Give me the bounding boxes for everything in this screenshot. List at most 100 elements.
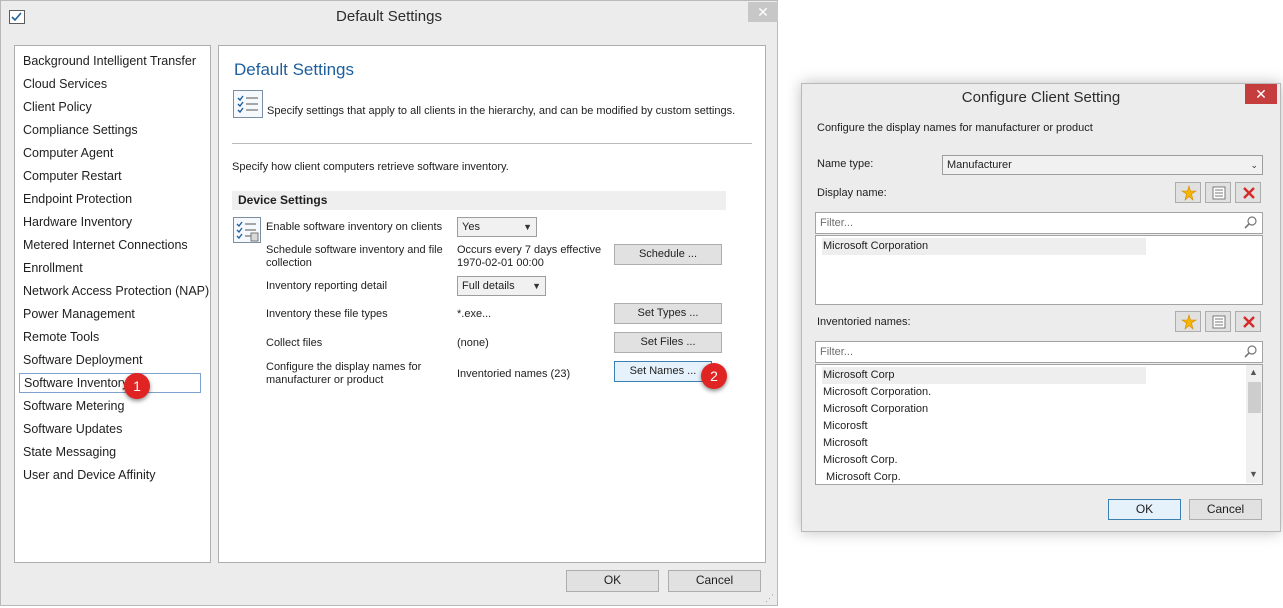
dropdown-arrow-icon: ▼ bbox=[523, 222, 532, 232]
ok-button[interactable]: OK bbox=[1108, 499, 1181, 520]
enable-inventory-value: Yes bbox=[462, 221, 480, 233]
divider bbox=[232, 143, 752, 144]
settings-checklist-icon bbox=[233, 90, 263, 118]
name-type-value: Manufacturer bbox=[947, 159, 1012, 171]
nav-item[interactable]: Client Policy bbox=[23, 97, 92, 117]
inventoried-names-list: Microsoft Corp Microsoft Corporation. Mi… bbox=[815, 364, 1263, 485]
nav-item[interactable]: State Messaging bbox=[23, 442, 116, 462]
list-item[interactable]: Microsoft Corp. bbox=[822, 452, 1146, 469]
set-names-button[interactable]: Set Names ... bbox=[614, 361, 712, 382]
collect-files-label: Collect files bbox=[266, 337, 323, 349]
name-type-label: Name type: bbox=[817, 158, 874, 170]
display-names-list: Microsoft Corporation bbox=[815, 235, 1263, 305]
list-item[interactable]: Microsoft bbox=[822, 435, 1146, 452]
close-button[interactable]: ✕ bbox=[1245, 84, 1277, 104]
delete-x-icon bbox=[1243, 316, 1255, 328]
magnifier-icon bbox=[1244, 345, 1257, 358]
display-name-label: Display name: bbox=[817, 187, 887, 199]
cancel-button[interactable]: Cancel bbox=[1189, 499, 1262, 520]
nav-item[interactable]: User and Device Affinity bbox=[23, 465, 155, 485]
nav-item[interactable]: Remote Tools bbox=[23, 327, 99, 347]
scroll-down-icon[interactable]: ▼ bbox=[1249, 469, 1258, 479]
step-badge-1: 1 bbox=[124, 373, 150, 399]
inventoried-name-properties-button[interactable] bbox=[1205, 311, 1231, 332]
list-item[interactable]: Micorosft bbox=[822, 418, 1146, 435]
reporting-detail-value: Full details bbox=[462, 280, 515, 292]
set-types-button[interactable]: Set Types ... bbox=[614, 303, 722, 324]
page-title: Default Settings bbox=[234, 60, 355, 79]
nav-item[interactable]: Power Management bbox=[23, 304, 135, 324]
new-display-name-button[interactable] bbox=[1175, 182, 1201, 203]
nav-item-software-inventory-selected[interactable]: Software Inventory bbox=[19, 373, 201, 393]
inventoried-names-label: Inventoried names: bbox=[817, 316, 911, 328]
list-item[interactable]: Microsoft Corporation bbox=[822, 401, 1146, 418]
window-title: Configure Client Setting bbox=[961, 89, 1121, 106]
enable-inventory-combo[interactable]: Yes ▼ bbox=[457, 217, 537, 237]
inventoried-name-filter-input[interactable]: Filter... bbox=[815, 341, 1263, 363]
list-item[interactable]: Microsoft Corp bbox=[822, 367, 1146, 384]
app-icon bbox=[9, 10, 25, 24]
collect-files-value: (none) bbox=[457, 337, 489, 349]
list-item[interactable]: Microsoft Corporation bbox=[822, 238, 1146, 255]
nav-item[interactable]: Software Metering bbox=[23, 396, 124, 416]
reporting-detail-label: Inventory reporting detail bbox=[266, 280, 388, 292]
enable-inventory-label: Enable software inventory on clients bbox=[266, 221, 443, 233]
filter-placeholder: Filter... bbox=[820, 346, 854, 358]
list-item[interactable]: Microsoft Corporation. bbox=[822, 384, 1146, 401]
ok-button[interactable]: OK bbox=[566, 570, 659, 592]
nav-item[interactable]: Computer Restart bbox=[23, 166, 122, 186]
nav-item[interactable]: Background Intelligent Transfer bbox=[23, 51, 196, 71]
filter-placeholder: Filter... bbox=[820, 217, 854, 229]
settings-content-panel: Default Settings Specify settings that a… bbox=[218, 45, 766, 563]
nav-item[interactable]: Software Deployment bbox=[23, 350, 143, 370]
delete-inventoried-name-button[interactable] bbox=[1235, 311, 1261, 332]
resize-grip-icon[interactable]: ⋰ bbox=[765, 593, 774, 604]
magnifier-icon bbox=[1244, 216, 1257, 229]
nav-item[interactable]: Compliance Settings bbox=[23, 120, 138, 140]
schedule-value: Occurs every 7 days effective 1970-02-01… bbox=[457, 244, 602, 269]
properties-icon bbox=[1212, 186, 1226, 200]
list-item[interactable]: Microsoft Corp. bbox=[822, 469, 1146, 484]
reporting-detail-combo[interactable]: Full details ▼ bbox=[457, 276, 546, 296]
file-types-value: *.exe... bbox=[457, 308, 492, 320]
display-name-filter-input[interactable]: Filter... bbox=[815, 212, 1263, 234]
nav-item[interactable]: Software Updates bbox=[23, 419, 122, 439]
nav-item[interactable]: Hardware Inventory bbox=[23, 212, 132, 232]
schedule-button[interactable]: Schedule ... bbox=[614, 244, 722, 265]
chevron-down-icon: ⌄ bbox=[1250, 160, 1258, 170]
cancel-button[interactable]: Cancel bbox=[668, 570, 761, 592]
step-badge-2: 2 bbox=[701, 363, 727, 389]
scroll-up-icon[interactable]: ▲ bbox=[1249, 367, 1258, 377]
new-star-icon bbox=[1181, 314, 1197, 330]
configure-client-setting-window: Configure Client Setting ✕ Configure the… bbox=[801, 83, 1281, 532]
display-names-value: Inventoried names (23) bbox=[457, 368, 571, 380]
name-type-select[interactable]: Manufacturer ⌄ bbox=[942, 155, 1263, 175]
delete-x-icon bbox=[1243, 187, 1255, 199]
schedule-label: Schedule software inventory and file col… bbox=[266, 244, 443, 269]
close-button[interactable]: ✕ bbox=[748, 2, 778, 22]
new-star-icon bbox=[1181, 185, 1197, 201]
set-files-button[interactable]: Set Files ... bbox=[614, 332, 722, 353]
display-name-properties-button[interactable] bbox=[1205, 182, 1231, 203]
dropdown-arrow-icon: ▼ bbox=[532, 281, 541, 291]
scroll-thumb[interactable] bbox=[1248, 382, 1261, 413]
settings-checklist-icon bbox=[233, 217, 261, 243]
delete-display-name-button[interactable] bbox=[1235, 182, 1261, 203]
nav-item[interactable]: Metered Internet Connections bbox=[23, 235, 188, 255]
vertical-scrollbar[interactable]: ▲ ▼ bbox=[1246, 365, 1262, 483]
nav-item[interactable]: Computer Agent bbox=[23, 143, 113, 163]
default-settings-window: Default Settings ✕ Background Intelligen… bbox=[0, 0, 778, 606]
file-types-label: Inventory these file types bbox=[266, 308, 388, 320]
page-description: Specify settings that apply to all clien… bbox=[267, 105, 736, 117]
group-header-device-settings: Device Settings bbox=[232, 191, 726, 210]
dialog-description: Configure the display names for manufact… bbox=[817, 122, 1093, 134]
window-title: Default Settings bbox=[336, 8, 442, 25]
nav-item[interactable]: Cloud Services bbox=[23, 74, 107, 94]
nav-item[interactable]: Network Access Protection (NAP) bbox=[23, 281, 209, 301]
new-inventoried-name-button[interactable] bbox=[1175, 311, 1201, 332]
properties-icon bbox=[1212, 315, 1226, 329]
page-subtitle: Specify how client computers retrieve so… bbox=[232, 161, 509, 173]
settings-nav-list: Background Intelligent Transfer Cloud Se… bbox=[14, 45, 211, 563]
nav-item[interactable]: Enrollment bbox=[23, 258, 83, 278]
nav-item[interactable]: Endpoint Protection bbox=[23, 189, 132, 209]
